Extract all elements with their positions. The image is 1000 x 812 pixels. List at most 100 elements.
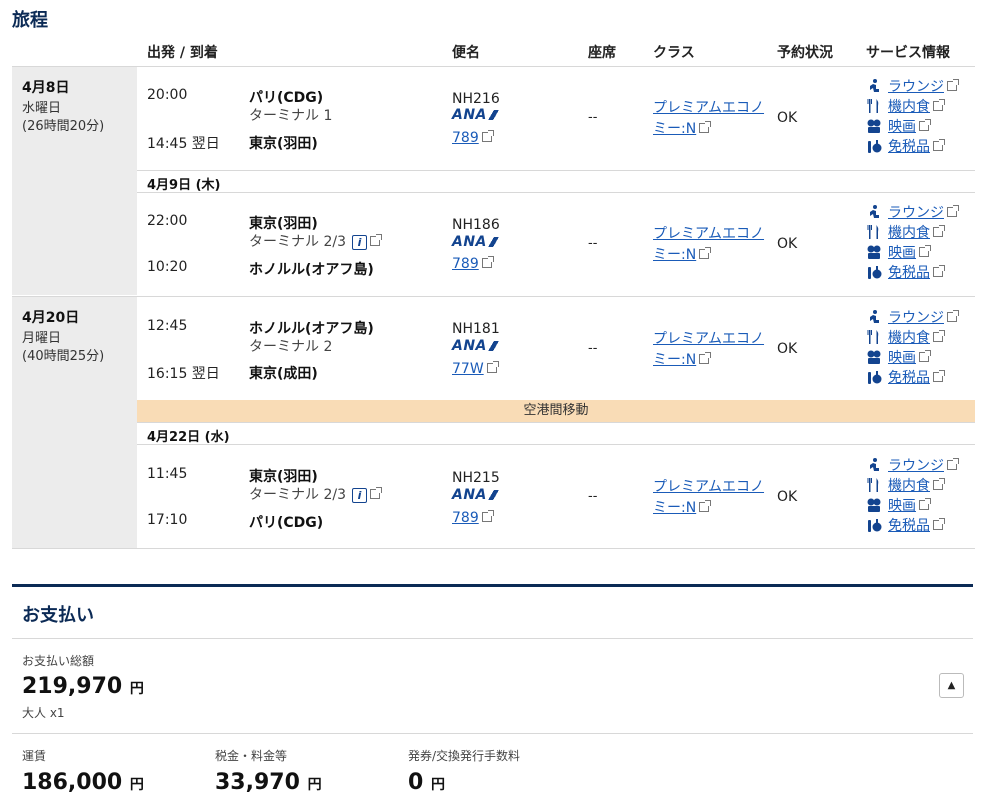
service-item-movie[interactable]: 映画 bbox=[866, 348, 957, 368]
info-icon[interactable]: i bbox=[351, 235, 367, 250]
header-class: クラス bbox=[653, 45, 695, 61]
external-link-icon bbox=[933, 99, 945, 111]
aircraft-link[interactable]: 789 bbox=[452, 507, 494, 526]
service-link[interactable]: 機内食 bbox=[888, 225, 930, 241]
class-link-line1[interactable]: プレミアムエコノ bbox=[653, 330, 764, 349]
fee-value: 0 bbox=[408, 770, 424, 795]
divider bbox=[12, 548, 975, 549]
divider bbox=[137, 444, 975, 445]
aircraft-link[interactable]: 77W bbox=[452, 358, 499, 377]
aircraft-link[interactable]: 789 bbox=[452, 127, 494, 146]
ana-logo: ANA bbox=[452, 338, 501, 354]
aircraft-link-text[interactable]: 77W bbox=[452, 361, 484, 377]
service-link[interactable]: 機内食 bbox=[888, 330, 930, 346]
external-link-icon bbox=[947, 205, 959, 217]
service-item-dutyfree[interactable]: 免税品 bbox=[866, 516, 957, 536]
dep-terminal: ターミナル 2/3 bbox=[249, 487, 346, 503]
external-link-icon bbox=[933, 518, 945, 530]
fare-value: 186,000 bbox=[22, 770, 123, 795]
dep-terminal: ターミナル 1 bbox=[249, 108, 333, 124]
external-link-icon bbox=[699, 500, 712, 512]
airline-name: ANA bbox=[452, 338, 487, 354]
arr-time: 14:45 翌日 bbox=[147, 136, 220, 152]
collapse-button[interactable]: ▲ bbox=[939, 673, 964, 698]
service-item-lounge[interactable]: ラウンジ bbox=[866, 308, 959, 328]
external-link-icon bbox=[369, 234, 382, 246]
service-link[interactable]: ラウンジ bbox=[888, 79, 944, 95]
service-link[interactable]: 機内食 bbox=[888, 478, 930, 494]
film-reel-icon bbox=[867, 498, 881, 512]
aircraft-link-text[interactable]: 789 bbox=[452, 130, 479, 146]
tax-amount: 33,970 円 bbox=[215, 770, 322, 795]
dep-city: ホノルル(オアフ島) bbox=[249, 321, 374, 337]
dep-time: 22:00 bbox=[147, 213, 188, 229]
fare-label: 運賃 bbox=[22, 749, 47, 763]
service-item-lounge[interactable]: ラウンジ bbox=[866, 456, 959, 476]
day-date: 4月20日 bbox=[22, 310, 80, 326]
service-list: ラウンジ 機内食 映画 免税品 bbox=[866, 77, 959, 157]
service-item-meal[interactable]: 機内食 bbox=[866, 223, 957, 243]
airline-name: ANA bbox=[452, 487, 487, 503]
ana-logo: ANA bbox=[452, 487, 501, 503]
aircraft-link[interactable]: 789 bbox=[452, 253, 494, 272]
seat-value: -- bbox=[588, 341, 598, 356]
service-link[interactable]: 免税品 bbox=[888, 139, 930, 155]
airline-name: ANA bbox=[452, 107, 487, 123]
class-link[interactable]: プレミアムエコノ ミー:N bbox=[653, 225, 764, 265]
film-reel-icon bbox=[867, 119, 881, 133]
class-link[interactable]: プレミアムエコノ ミー:N bbox=[653, 330, 764, 370]
service-link[interactable]: 免税品 bbox=[888, 265, 930, 281]
service-item-movie[interactable]: 映画 bbox=[866, 243, 957, 263]
class-link-line1[interactable]: プレミアムエコノ bbox=[653, 478, 764, 497]
class-link[interactable]: プレミアムエコノ ミー:N bbox=[653, 478, 764, 518]
service-item-movie[interactable]: 映画 bbox=[866, 496, 957, 516]
film-reel-icon bbox=[867, 245, 881, 259]
service-link[interactable]: 機内食 bbox=[888, 99, 930, 115]
service-link[interactable]: ラウンジ bbox=[888, 310, 944, 326]
arr-time: 17:10 bbox=[147, 512, 188, 528]
fee-label: 発券/交換発行手数料 bbox=[408, 749, 521, 763]
arr-city: 東京(成田) bbox=[249, 366, 318, 382]
external-link-icon bbox=[699, 352, 712, 364]
service-link[interactable]: 映画 bbox=[888, 245, 916, 261]
info-icon[interactable]: i bbox=[351, 488, 367, 503]
service-item-meal[interactable]: 機内食 bbox=[866, 328, 957, 348]
service-item-lounge[interactable]: ラウンジ bbox=[866, 203, 959, 223]
class-link-line2[interactable]: ミー:N bbox=[653, 247, 696, 263]
external-link-icon bbox=[933, 139, 945, 151]
class-link-line2[interactable]: ミー:N bbox=[653, 352, 696, 368]
class-link-line2[interactable]: ミー:N bbox=[653, 121, 696, 137]
aircraft-link-text[interactable]: 789 bbox=[452, 510, 479, 526]
service-link[interactable]: ラウンジ bbox=[888, 458, 944, 474]
status-value: OK bbox=[777, 489, 798, 505]
seat-value: -- bbox=[588, 236, 598, 251]
service-item-meal[interactable]: 機内食 bbox=[866, 97, 957, 117]
service-item-meal[interactable]: 機内食 bbox=[866, 476, 957, 496]
dep-time: 11:45 bbox=[147, 466, 188, 482]
service-link[interactable]: ラウンジ bbox=[888, 205, 944, 221]
class-link[interactable]: プレミアムエコノ ミー:N bbox=[653, 99, 764, 139]
transfer-banner: 空港間移動 bbox=[137, 400, 975, 422]
aircraft-link-text[interactable]: 789 bbox=[452, 256, 479, 272]
service-item-lounge[interactable]: ラウンジ bbox=[866, 77, 959, 97]
external-link-icon bbox=[919, 245, 931, 257]
service-link[interactable]: 免税品 bbox=[888, 370, 930, 386]
flight-number: NH181 bbox=[452, 321, 500, 337]
service-item-movie[interactable]: 映画 bbox=[866, 117, 957, 137]
service-item-dutyfree[interactable]: 免税品 bbox=[866, 368, 957, 388]
flight-number: NH215 bbox=[452, 470, 500, 486]
class-link-line1[interactable]: プレミアムエコノ bbox=[653, 225, 764, 244]
class-link-line2[interactable]: ミー:N bbox=[653, 500, 696, 516]
dep-city: パリ(CDG) bbox=[249, 90, 324, 106]
service-item-dutyfree[interactable]: 免税品 bbox=[866, 263, 957, 283]
divider bbox=[12, 296, 975, 297]
external-link-icon bbox=[699, 121, 712, 133]
service-link[interactable]: 映画 bbox=[888, 498, 916, 514]
service-link[interactable]: 免税品 bbox=[888, 518, 930, 534]
service-link[interactable]: 映画 bbox=[888, 350, 916, 366]
external-link-icon bbox=[933, 330, 945, 342]
service-item-dutyfree[interactable]: 免税品 bbox=[866, 137, 957, 157]
service-link[interactable]: 映画 bbox=[888, 119, 916, 135]
header-dep-arr: 出発 / 到着 bbox=[147, 45, 218, 61]
class-link-line1[interactable]: プレミアムエコノ bbox=[653, 99, 764, 118]
